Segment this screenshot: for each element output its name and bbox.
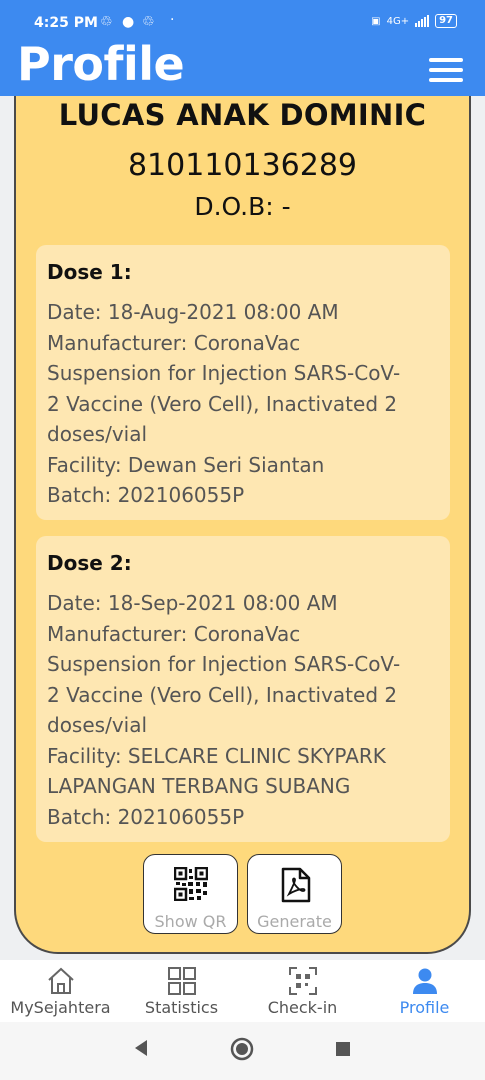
dose-facility: Facility: Dewan Seri Siantan xyxy=(47,452,325,477)
dose-manufacturer: doses/vial xyxy=(47,422,148,446)
sync-icon: ♲ xyxy=(100,14,113,30)
dose-card: Dose 1: Date: 18-Aug-2021 08:00 AM Manuf… xyxy=(36,245,450,520)
status-bar: 4:25 PM ♲ ● ♲ · ▣ 4G+ 97 xyxy=(0,0,485,40)
app-header: 4:25 PM ♲ ● ♲ · ▣ 4G+ 97 Profile xyxy=(0,0,485,96)
nav-profile-label: Profile xyxy=(399,998,450,1017)
dose-manufacturer: Manufacturer: CoronaVac xyxy=(47,330,301,355)
generate-button[interactable]: Generate xyxy=(247,854,342,934)
dose-card: Dose 2: Date: 18-Sep-2021 08:00 AM Manuf… xyxy=(36,536,450,842)
dose-manufacturer: Suspension for Injection SARS-CoV- xyxy=(47,361,401,385)
nav-statistics[interactable]: Statistics xyxy=(121,960,242,1022)
nav-home-label: MySejahtera xyxy=(10,998,111,1017)
recent-apps-icon[interactable] xyxy=(336,1042,350,1056)
dose-title: Dose 1: xyxy=(47,260,132,284)
qr-code-icon xyxy=(174,867,208,901)
dose-manufacturer: 2 Vaccine (Vero Cell), Inactivated 2 xyxy=(47,391,398,416)
generate-label: Generate xyxy=(257,912,332,931)
page-title: Profile xyxy=(17,37,185,91)
dose-manufacturer: doses/vial xyxy=(47,713,148,737)
dose-batch: Batch: 202106055P xyxy=(47,483,245,507)
battery-icon: 97 xyxy=(435,14,457,28)
dose-facility: Facility: SELCARE CLINIC SKYPARK xyxy=(47,743,386,768)
dose-date: Date: 18-Sep-2021 08:00 AM xyxy=(47,591,338,615)
nav-checkin[interactable]: Check-in xyxy=(242,960,363,1022)
menu-icon[interactable] xyxy=(429,58,463,84)
home-circle-icon[interactable] xyxy=(230,1037,254,1061)
dose-title: Dose 2: xyxy=(47,551,132,575)
back-icon[interactable] xyxy=(132,1038,150,1058)
home-icon xyxy=(48,967,74,994)
profile-id-number: 810110136289 xyxy=(127,148,358,183)
vibrate-icon: ▣ xyxy=(371,15,381,27)
signal-icon xyxy=(415,15,430,27)
profile-icon xyxy=(413,968,437,994)
dose-manufacturer: 2 Vaccine (Vero Cell), Inactivated 2 xyxy=(47,682,398,707)
dose-batch: Batch: 202106055P xyxy=(47,804,245,829)
sync-icon: ● xyxy=(122,14,135,30)
profile-dob: D.O.B: - xyxy=(194,192,291,221)
pdf-icon xyxy=(281,867,311,903)
dose-facility: LAPANGAN TERBANG SUBANG xyxy=(47,774,351,798)
show-qr-label: Show QR xyxy=(154,912,227,931)
show-qr-button[interactable]: Show QR xyxy=(143,854,238,934)
statistics-icon xyxy=(168,967,196,995)
dose-manufacturer: Suspension for Injection SARS-CoV- xyxy=(47,652,401,676)
profile-name: LUCAS ANAK DOMINIC xyxy=(58,98,427,132)
nav-checkin-label: Check-in xyxy=(267,998,338,1017)
dot-icon: · xyxy=(170,12,175,28)
sync-icon: ♲ xyxy=(142,14,155,30)
bottom-nav: MySejahtera Statistics Check-in Profile xyxy=(0,960,485,1022)
checkin-icon xyxy=(289,967,317,995)
dose-date: Date: 18-Aug-2021 08:00 AM xyxy=(47,300,339,324)
dose-manufacturer: Manufacturer: CoronaVac xyxy=(47,621,301,646)
network-label: 4G+ xyxy=(386,15,410,27)
status-time: 4:25 PM xyxy=(34,15,98,31)
status-indicators: ▣ 4G+ 97 xyxy=(371,14,457,28)
nav-home[interactable]: MySejahtera xyxy=(0,960,121,1022)
nav-statistics-label: Statistics xyxy=(144,998,219,1017)
system-nav-bar xyxy=(0,1022,485,1080)
nav-profile[interactable]: Profile xyxy=(364,960,485,1022)
